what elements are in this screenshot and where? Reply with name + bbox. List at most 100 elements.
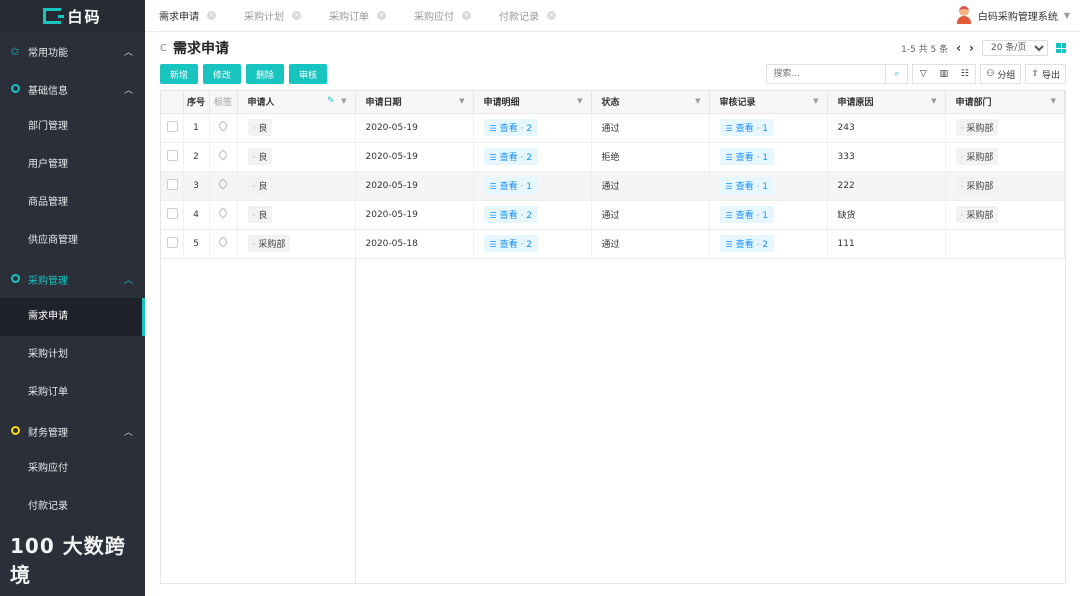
cell-status: 通过 — [591, 113, 710, 143]
review-link[interactable]: ☰ 查看 · 1 — [719, 148, 774, 165]
sidebar-item-products[interactable]: 商品管理 — [0, 184, 145, 222]
row-checkbox[interactable] — [167, 178, 178, 190]
row-checkbox[interactable] — [167, 149, 178, 161]
row-checkbox[interactable] — [167, 120, 178, 132]
close-icon[interactable]: × — [547, 11, 556, 20]
tag-icon[interactable] — [217, 207, 229, 219]
action-buttons: 新增 修改 删除 审核 — [160, 64, 328, 84]
detail-link[interactable]: ☰ 查看 · 2 — [483, 119, 538, 136]
upload-icon: ⇧ — [1031, 69, 1039, 79]
header-review[interactable]: 审核记录 ▼ — [709, 91, 828, 114]
columns-icon[interactable]: ☷ — [954, 64, 977, 84]
sidebar-item-users[interactable]: 用户管理 — [0, 146, 145, 184]
list-icon: ☰ — [489, 182, 497, 191]
sidebar: 白码 ✩ 常用功能 ︿ 基础信息 ︿ 部门管理 用户管理 商品管理 供应商管理 … — [0, 0, 145, 596]
filter-icon[interactable]: ▽ — [912, 64, 935, 84]
refresh-icon[interactable]: C — [160, 43, 167, 54]
review-link[interactable]: ☰ 查看 · 1 — [719, 206, 774, 223]
sidebar-item-suppliers[interactable]: 供应商管理 — [0, 222, 145, 260]
watermark: 100 大数跨境 — [10, 534, 126, 587]
prev-page-icon[interactable]: ‹ — [956, 41, 961, 55]
nav-group-common[interactable]: ✩ 常用功能 ︿ — [0, 32, 145, 70]
list-icon: ☰ — [725, 240, 733, 249]
review-button[interactable]: 审核 — [289, 64, 328, 84]
close-icon[interactable]: × — [292, 11, 301, 20]
applicant-chip: 良 — [247, 119, 273, 136]
cell-reason: 111 — [827, 229, 946, 259]
nav-group-label: 财务管理 — [28, 427, 68, 439]
sidebar-item-plans[interactable]: 采购计划 — [0, 336, 145, 374]
user-menu[interactable]: 白码采购管理系统 ▼ — [956, 6, 1070, 24]
search-input[interactable] — [766, 64, 887, 84]
detail-link[interactable]: ☰ 查看 · 2 — [483, 148, 538, 165]
sidebar-item-requests[interactable]: 需求申请 — [0, 298, 145, 336]
header-detail[interactable]: 申请明细 ▼ — [473, 91, 592, 114]
chevron-down-icon: ▼ — [931, 97, 937, 105]
review-link[interactable]: ☰ 查看 · 1 — [719, 119, 774, 136]
delete-button[interactable]: 删除 — [246, 64, 285, 84]
header-date[interactable]: 申请日期 ▼ — [354, 91, 474, 114]
chevron-down-icon: ▼ — [459, 97, 465, 105]
tab-label: 采购应付 — [414, 12, 454, 23]
nav-group-basic-info[interactable]: 基础信息 ︿ — [0, 70, 145, 108]
header-reason[interactable]: 申请原因 ▼ — [827, 91, 946, 114]
nav-group-purchasing[interactable]: 采购管理 ︿ — [0, 260, 145, 298]
tag-icon[interactable] — [217, 178, 229, 190]
sidebar-item-payables[interactable]: 采购应付 — [0, 450, 145, 488]
list-icon: ☰ — [489, 153, 497, 162]
close-icon[interactable]: × — [377, 11, 386, 20]
next-page-icon[interactable]: › — [969, 41, 974, 55]
circle-icon — [8, 425, 22, 438]
header-status[interactable]: 状态 ▼ — [591, 91, 710, 114]
row-checkbox[interactable] — [167, 207, 178, 219]
table-row[interactable]: 4 良 2020-05-19 ☰查看 · 2 通过 ☰查看 · 1 缺货 采购部 — [161, 200, 1065, 230]
header-idx: 序号 — [183, 91, 210, 114]
row-index: 4 — [183, 200, 210, 230]
sidebar-item-orders[interactable]: 采购订单 — [0, 374, 145, 412]
frozen-column-divider — [355, 259, 356, 583]
tab-orders[interactable]: 采购订单 × — [329, 8, 386, 23]
chart-icon[interactable]: ▥ — [933, 64, 956, 84]
page-size-select[interactable]: 20 条/页 — [982, 40, 1048, 56]
review-link[interactable]: ☰ 查看 · 2 — [719, 235, 774, 252]
tab-bar: 需求申请 × 采购计划 × 采购订单 × 采购应付 × 付款记录 × 白码采购管理系统 ▼ — [145, 0, 1080, 32]
cell-reason: 缺货 — [827, 200, 946, 230]
layout-grid-icon[interactable] — [1056, 43, 1066, 53]
tag-icon[interactable] — [217, 236, 229, 248]
edit-button[interactable]: 修改 — [203, 64, 242, 84]
chevron-down-icon: ▼ — [1050, 97, 1056, 105]
nav-group-finance[interactable]: 财务管理 ︿ — [0, 412, 145, 450]
header-applicant[interactable]: 申请人 ✎ ▼ — [237, 91, 356, 114]
tab-plans[interactable]: 采购计划 × — [244, 8, 301, 23]
table-row[interactable]: 2 良 2020-05-19 ☰查看 · 2 拒绝 ☰查看 · 1 333 采购… — [161, 142, 1065, 172]
search-icon[interactable]: ⌕ — [886, 64, 909, 84]
tab-payables[interactable]: 采购应付 × — [414, 8, 471, 23]
chevron-up-icon: ︿ — [123, 275, 133, 286]
tag-icon[interactable] — [217, 120, 229, 132]
close-icon[interactable]: × — [207, 11, 216, 20]
group-button[interactable]: ⚇ 分组 — [980, 64, 1022, 84]
cell-date: 2020-05-19 — [354, 113, 474, 143]
export-button[interactable]: ⇧ 导出 — [1025, 64, 1066, 84]
detail-link[interactable]: ☰ 查看 · 2 — [483, 206, 538, 223]
cell-date: 2020-05-18 — [354, 229, 474, 259]
cell-date: 2020-05-19 — [354, 171, 474, 201]
sidebar-item-departments[interactable]: 部门管理 — [0, 108, 145, 146]
tag-icon[interactable] — [217, 149, 229, 161]
close-icon[interactable]: × — [462, 11, 471, 20]
tab-label: 付款记录 — [499, 12, 539, 23]
detail-link[interactable]: ☰ 查看 · 1 — [483, 177, 538, 194]
tab-payments[interactable]: 付款记录 × — [499, 8, 556, 23]
header-dept[interactable]: 申请部门 ▼ — [945, 91, 1065, 114]
add-button[interactable]: 新增 — [160, 64, 199, 84]
row-index: 3 — [183, 171, 210, 201]
user-name: 白码采购管理系统 — [977, 11, 1058, 23]
detail-link[interactable]: ☰ 查看 · 2 — [483, 235, 538, 252]
table-row[interactable]: 3 良 2020-05-19 ☰查看 · 1 通过 ☰查看 · 1 222 采购… — [161, 171, 1065, 201]
sidebar-item-payments[interactable]: 付款记录 — [0, 488, 145, 526]
table-row[interactable]: 1 良 2020-05-19 ☰查看 · 2 通过 ☰查看 · 1 243 采购… — [161, 113, 1065, 143]
review-link[interactable]: ☰ 查看 · 1 — [719, 177, 774, 194]
row-checkbox[interactable] — [167, 236, 178, 248]
table-row[interactable]: 5 采购部 2020-05-18 ☰查看 · 2 通过 ☰查看 · 2 111 — [161, 229, 1065, 259]
tab-requests[interactable]: 需求申请 × — [159, 8, 216, 23]
